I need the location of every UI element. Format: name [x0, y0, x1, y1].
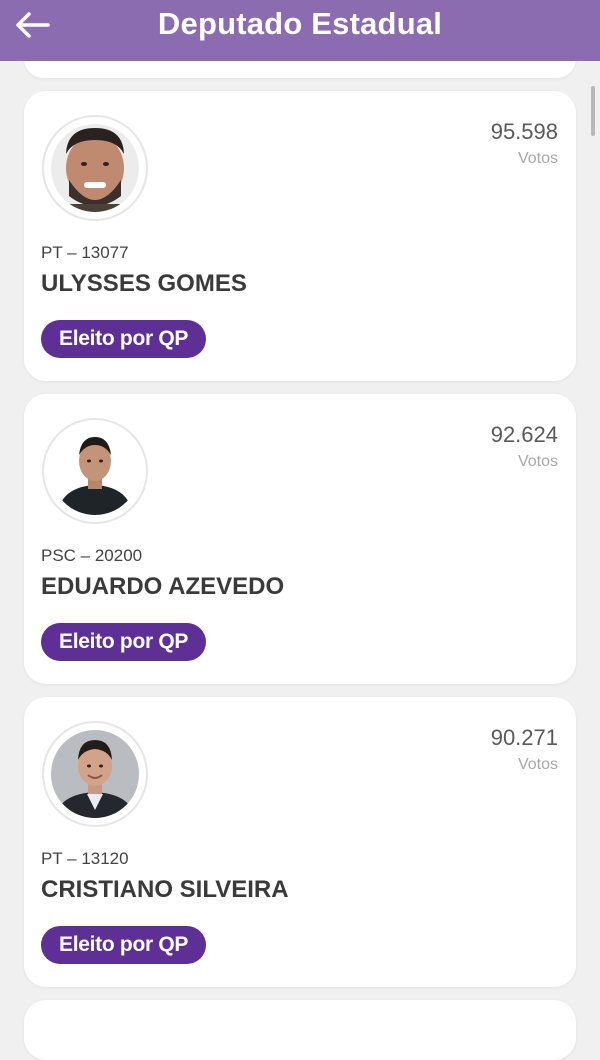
candidate-photo — [51, 124, 139, 212]
scrollbar[interactable] — [591, 86, 595, 136]
candidate-card[interactable]: 92.624 Votos PSC – 20200 EDUARDO AZEVEDO… — [24, 394, 576, 684]
party-number: PT – 13120 — [41, 849, 129, 868]
vote-count: 90.271 — [490, 725, 558, 750]
candidate-name: EDUARDO AZEVEDO — [41, 573, 285, 600]
vote-total: 92.624 Votos — [491, 422, 558, 471]
candidate-card[interactable]: 90.271 Votos PT – 13120 CRISTIANO SILVEI… — [24, 697, 576, 987]
election-status-badge: Eleito por QP — [41, 320, 207, 358]
party-number: PSC – 20200 — [41, 546, 143, 565]
vote-total: 95.598 Votos — [491, 119, 558, 168]
vote-label: Votos — [517, 150, 558, 167]
election-status-badge: Eleito por QP — [41, 926, 207, 964]
candidate-photo — [51, 730, 139, 818]
vote-label: Votos — [517, 453, 558, 470]
avatar-frame — [42, 721, 148, 827]
avatar-frame — [42, 115, 148, 221]
vote-label: Votos — [517, 756, 558, 773]
vote-count: 92.624 — [490, 422, 558, 447]
party-number: PT – 13077 — [41, 243, 129, 262]
page-title: Deputado Estadual — [157, 6, 443, 41]
app-header: Deputado Estadual — [0, 0, 600, 61]
avatar-frame — [42, 418, 148, 524]
vote-total: 90.271 Votos — [491, 725, 558, 774]
vote-count: 95.598 — [490, 119, 558, 144]
candidate-name: CRISTIANO SILVEIRA — [41, 876, 289, 903]
candidate-list[interactable]: 95.598 Votos PT – 13077 ULYSSES GOMES El… — [0, 0, 600, 1060]
candidate-name: ULYSSES GOMES — [41, 270, 247, 297]
candidate-card[interactable]: 95.598 Votos PT – 13077 ULYSSES GOMES El… — [24, 91, 576, 381]
candidate-photo — [51, 427, 139, 515]
election-status-badge: Eleito por QP — [41, 623, 207, 661]
candidate-card-partial[interactable] — [24, 1000, 576, 1060]
